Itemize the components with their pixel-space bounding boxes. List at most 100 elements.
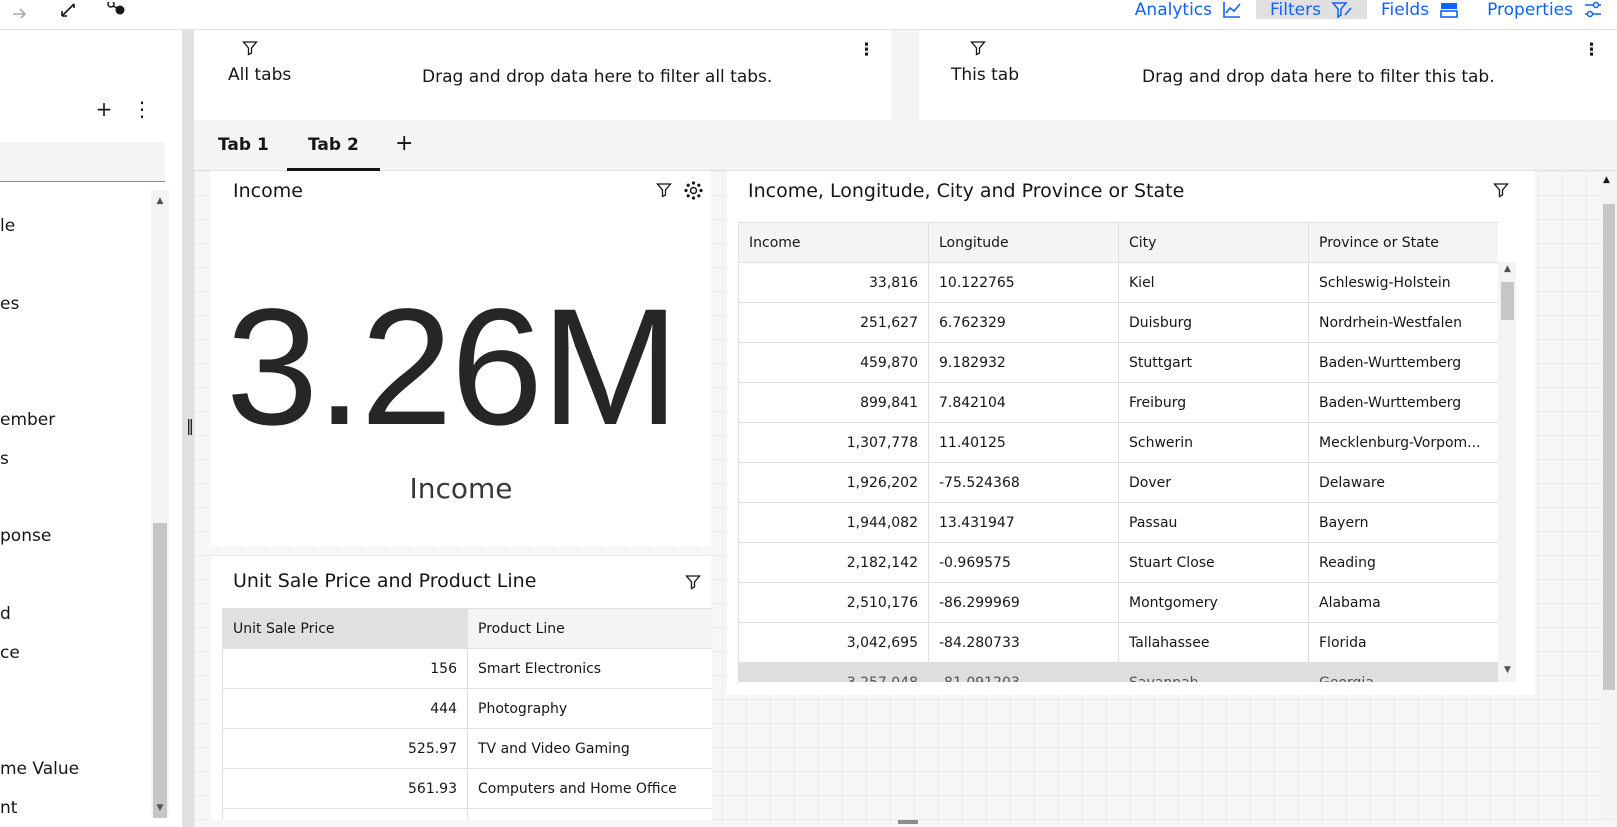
overflow-menu-icon[interactable]: ⋮ xyxy=(858,40,875,60)
table-row[interactable]: 525.97 TV and Video Gaming xyxy=(222,728,712,769)
table-cell: 2,510,176 xyxy=(738,582,929,623)
horizontal-scroll-grip[interactable] xyxy=(898,820,918,824)
table-row[interactable]: 3,042,695 -84.280733 Tallahassee Florida xyxy=(738,622,1498,663)
scroll-down-icon[interactable]: ▼ xyxy=(1501,665,1514,675)
table-row[interactable]: 444 Photography xyxy=(222,688,712,729)
table-cell: Bayern xyxy=(1308,502,1498,543)
filter-icon[interactable] xyxy=(685,574,701,590)
scrollbar-thumb[interactable] xyxy=(1501,282,1514,320)
connection-icon[interactable] xyxy=(105,0,129,22)
table-row[interactable]: 33,816 10.122765 Kiel Schleswig-Holstein xyxy=(738,262,1498,303)
table-cell: -86.299969 xyxy=(928,582,1119,623)
filter-icon xyxy=(970,41,986,56)
list-item[interactable]: ember xyxy=(0,410,55,430)
list-item[interactable]: s xyxy=(0,449,9,469)
table-cell: 7.842104 xyxy=(928,382,1119,423)
overflow-menu-icon[interactable]: ⋮ xyxy=(132,97,152,121)
table-cell: Georgia xyxy=(1308,662,1498,682)
list-item[interactable]: ce xyxy=(0,643,20,663)
search-input[interactable] xyxy=(0,142,165,182)
column-header[interactable]: City xyxy=(1118,222,1309,263)
table-row[interactable] xyxy=(222,808,712,820)
column-header[interactable]: Unit Sale Price xyxy=(222,608,468,649)
analytics-chart-icon xyxy=(1223,1,1241,18)
table-cell: Computers and Home Office xyxy=(467,768,712,809)
table-row[interactable]: 899,841 7.842104 Freiburg Baden-Wurttemberg xyxy=(738,382,1498,423)
expand-icon[interactable] xyxy=(57,0,81,22)
product-table: Unit Sale Price Product Line 156 Smart El… xyxy=(222,608,712,820)
list-item[interactable]: d xyxy=(0,604,11,624)
panel-scrollbar[interactable]: ▲ ▼ xyxy=(151,190,169,818)
filter-bar: All tabs Drag and drop data here to filt… xyxy=(194,30,1617,121)
filter-icon[interactable] xyxy=(1493,182,1509,198)
column-header[interactable]: Income xyxy=(738,222,929,263)
filters-button[interactable]: Filters xyxy=(1256,0,1367,20)
table-row[interactable]: 251,627 6.762329 Duisburg Nordrhein-Westfal… xyxy=(738,302,1498,343)
tab-2[interactable]: Tab 2 xyxy=(287,135,380,171)
scroll-down-icon[interactable]: ▼ xyxy=(153,801,167,815)
table-row[interactable]: 2,510,176 -86.299969 Montgomery Alabama xyxy=(738,582,1498,623)
table-cell: Dover xyxy=(1118,462,1309,503)
column-header[interactable]: Province or State xyxy=(1308,222,1498,263)
analytics-button[interactable]: Analytics xyxy=(1121,0,1256,20)
panel-actions: + ⋮ xyxy=(94,97,152,121)
splitter-grip-icon[interactable]: ‖ xyxy=(186,416,194,435)
add-tab-button[interactable]: + xyxy=(395,131,413,156)
table-cell: 10.122765 xyxy=(928,262,1119,303)
list-item[interactable]: ponse xyxy=(0,526,51,546)
table-cell: -75.524368 xyxy=(928,462,1119,503)
scrollbar-thumb[interactable] xyxy=(1603,204,1615,690)
panel-splitter[interactable]: ‖ xyxy=(182,30,194,827)
add-icon[interactable]: + xyxy=(94,97,114,121)
table-scrollbar[interactable]: ▲ ▼ xyxy=(1498,262,1516,682)
table-cell: 459,870 xyxy=(738,342,929,383)
table-row[interactable]: 561.93 Computers and Home Office xyxy=(222,768,712,809)
list-item[interactable]: nt xyxy=(0,798,17,818)
fields-button[interactable]: Fields xyxy=(1367,0,1473,20)
table-row[interactable]: 1,307,778 11.40125 Schwerin Mecklenburg-Vor… xyxy=(738,422,1498,463)
table-cell: Baden-Wurttemberg xyxy=(1308,382,1498,423)
filter-icon[interactable] xyxy=(656,182,672,198)
scrollbar-thumb[interactable] xyxy=(153,523,167,818)
table-cell: Passau xyxy=(1118,502,1309,543)
list-item[interactable]: es xyxy=(0,294,19,314)
properties-button[interactable]: Properties xyxy=(1473,0,1617,20)
table-row[interactable]: 1,926,202 -75.524368 Dover Delaware xyxy=(738,462,1498,503)
scroll-up-icon[interactable]: ▲ xyxy=(1501,264,1514,274)
table-row[interactable]: 459,870 9.182932 Stuttgart Baden-Wurttember… xyxy=(738,342,1498,383)
table-row[interactable]: 1,944,082 13.431947 Passau Bayern xyxy=(738,502,1498,543)
table-cell: 1,944,082 xyxy=(738,502,929,543)
scroll-up-icon[interactable]: ▲ xyxy=(153,194,167,208)
this-tab-filter-dropzone[interactable]: This tab Drag and drop data here to filt… xyxy=(919,30,1617,120)
table-row[interactable]: 2,182,142 -0.969575 Stuart Close Reading xyxy=(738,542,1498,583)
table-cell: Kiel xyxy=(1118,262,1309,303)
overflow-menu-icon[interactable]: ⋮ xyxy=(1583,40,1600,60)
table-cell: 6.762329 xyxy=(928,302,1119,343)
table-cell: 444 xyxy=(222,688,468,729)
table-cell: Schleswig-Holstein xyxy=(1308,262,1498,303)
table-cell: Delaware xyxy=(1308,462,1498,503)
table-cell: Savannah xyxy=(1118,662,1309,682)
table-row[interactable]: 3,257,048-81.091203SavannahGeorgia xyxy=(738,662,1498,682)
settings-icon[interactable] xyxy=(684,181,703,200)
table-cell: Nordrhein-Westfalen xyxy=(1308,302,1498,343)
tab-1[interactable]: Tab 1 xyxy=(218,135,269,155)
fields-button-label: Fields xyxy=(1380,0,1430,20)
redo-icon[interactable] xyxy=(8,0,32,22)
table-cell xyxy=(222,808,468,820)
column-header[interactable]: Longitude xyxy=(928,222,1119,263)
table-cell: Reading xyxy=(1308,542,1498,583)
column-header[interactable]: Product Line xyxy=(467,608,712,649)
table-row[interactable]: 156 Smart Electronics xyxy=(222,648,712,689)
table-cell: Smart Electronics xyxy=(467,648,712,689)
all-tabs-hint: Drag and drop data here to filter all ta… xyxy=(422,67,773,87)
product-table-container: Unit Sale Price Product Line 156 Smart El… xyxy=(222,608,712,820)
canvas-scrollbar[interactable]: ▲ xyxy=(1601,171,1617,819)
table-cell: 13.431947 xyxy=(928,502,1119,543)
list-item[interactable]: me Value xyxy=(0,759,79,779)
table-cell: Stuttgart xyxy=(1118,342,1309,383)
list-item[interactable]: le xyxy=(0,216,15,236)
analytics-button-label: Analytics xyxy=(1134,0,1212,20)
scroll-up-icon[interactable]: ▲ xyxy=(1603,175,1610,185)
all-tabs-filter-dropzone[interactable]: All tabs Drag and drop data here to filt… xyxy=(194,30,891,120)
